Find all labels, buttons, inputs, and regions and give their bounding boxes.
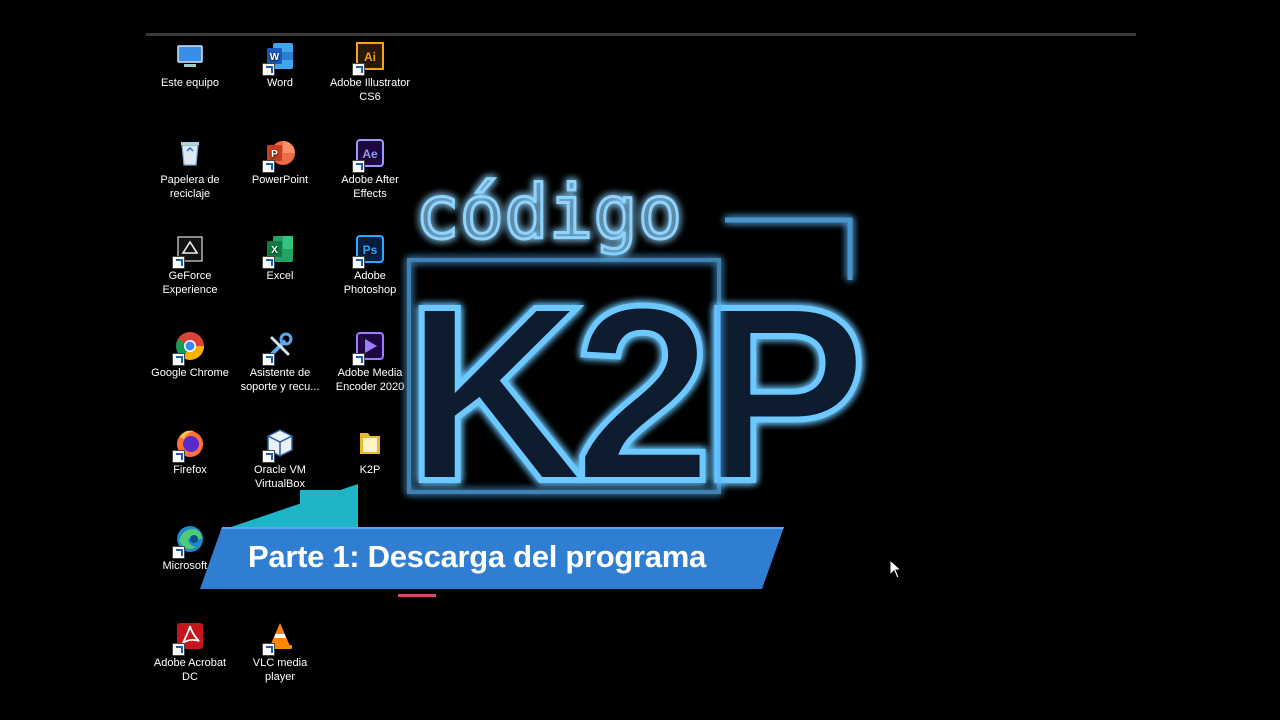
logo-main-text: K2P — [405, 254, 860, 520]
photoshop-icon: Ps — [352, 233, 386, 269]
desktop-icon-word[interactable]: W Word — [237, 40, 323, 90]
shortcut-arrow-icon — [262, 450, 275, 463]
svg-text:X: X — [271, 245, 278, 256]
shortcut-arrow-icon — [352, 160, 365, 173]
shortcut-arrow-icon — [262, 256, 275, 269]
svg-text:W: W — [270, 52, 280, 63]
after-effects-icon: Ae — [352, 137, 386, 173]
shortcut-arrow-icon — [262, 353, 275, 366]
hidden-icon-selection-edge — [398, 594, 436, 597]
svg-text:Ae: Ae — [362, 147, 378, 161]
shortcut-arrow-icon — [172, 256, 185, 269]
icon-label: GeForce Experience — [162, 270, 218, 296]
vlc-icon — [262, 620, 296, 656]
icon-label: Adobe Acrobat DC — [153, 657, 227, 683]
virtualbox-icon — [262, 427, 296, 463]
desktop-icon-firefox[interactable]: Firefox — [147, 427, 233, 477]
powerpoint-icon: P — [262, 137, 296, 173]
shortcut-arrow-icon — [172, 546, 185, 559]
mouse-pointer-icon — [889, 559, 903, 579]
desktop-icon-virtualbox[interactable]: Oracle VM VirtualBox — [237, 427, 323, 491]
recycle-bin-icon — [174, 137, 206, 169]
word-icon: W — [262, 40, 296, 76]
title-banner: Parte 1: Descarga del programa — [200, 527, 784, 589]
icon-label: Firefox — [173, 464, 207, 476]
shortcut-arrow-icon — [352, 353, 365, 366]
svg-text:Ai: Ai — [364, 50, 376, 64]
icon-label: Word — [266, 77, 294, 89]
shortcut-arrow-icon — [262, 63, 275, 76]
media-encoder-icon — [352, 330, 386, 366]
codigo-k2p-logo: código K2P — [395, 160, 895, 521]
svg-text:P: P — [271, 149, 278, 160]
icon-label: Asistente de soporte y recu... — [240, 367, 320, 393]
icon-label: Adobe Illustrator CS6 — [329, 77, 411, 103]
desktop-icon-geforce[interactable]: GeForce Experience — [147, 233, 233, 297]
geforce-icon — [172, 233, 206, 269]
folder-icon — [354, 427, 386, 459]
icon-label: PowerPoint — [251, 174, 309, 186]
icon-label: Excel — [266, 270, 294, 282]
icon-label: Este equipo — [160, 77, 220, 89]
banner-accent-block — [300, 490, 358, 530]
illustrator-icon: Ai — [352, 40, 386, 76]
acrobat-icon — [172, 620, 206, 656]
desktop-icon-acrobat[interactable]: Adobe Acrobat DC — [147, 620, 233, 684]
desktop-icon-este-equipo[interactable]: Este equipo — [147, 40, 233, 90]
icon-label: Papelera de reciclaje — [160, 174, 220, 200]
svg-text:Ps: Ps — [363, 243, 378, 257]
firefox-icon — [172, 427, 206, 463]
desktop-icon-vlc[interactable]: VLC media player — [237, 620, 323, 684]
desktop-icon-illustrator[interactable]: Ai Adobe Illustrator CS6 — [327, 40, 413, 104]
icon-label: VLC media player — [252, 657, 308, 683]
shortcut-arrow-icon — [172, 643, 185, 656]
shortcut-arrow-icon — [352, 256, 365, 269]
desktop-icon-papelera[interactable]: Papelera de reciclaje — [147, 137, 233, 201]
shortcut-arrow-icon — [172, 353, 185, 366]
desktop-icon-excel[interactable]: X Excel — [237, 233, 323, 283]
desktop-icon-powerpoint[interactable]: P PowerPoint — [237, 137, 323, 187]
icon-label: Google Chrome — [151, 367, 229, 379]
window-top-edge — [146, 33, 1136, 36]
banner-title: Parte 1: Descarga del programa — [248, 539, 706, 574]
desktop-icon-support-assistant[interactable]: Asistente de soporte y recu... — [237, 330, 323, 394]
shortcut-arrow-icon — [172, 450, 185, 463]
desktop-icon-chrome[interactable]: Google Chrome — [147, 330, 233, 380]
computer-icon — [174, 40, 206, 72]
chrome-icon — [172, 330, 206, 366]
excel-icon: X — [262, 233, 296, 269]
shortcut-arrow-icon — [262, 643, 275, 656]
logo-small-text: código — [415, 170, 682, 256]
shortcut-arrow-icon — [352, 63, 365, 76]
shortcut-arrow-icon — [262, 160, 275, 173]
support-assistant-icon — [262, 330, 296, 366]
desktop[interactable]: Este equipo Papelera de reciclaje GeForc… — [0, 0, 1280, 720]
